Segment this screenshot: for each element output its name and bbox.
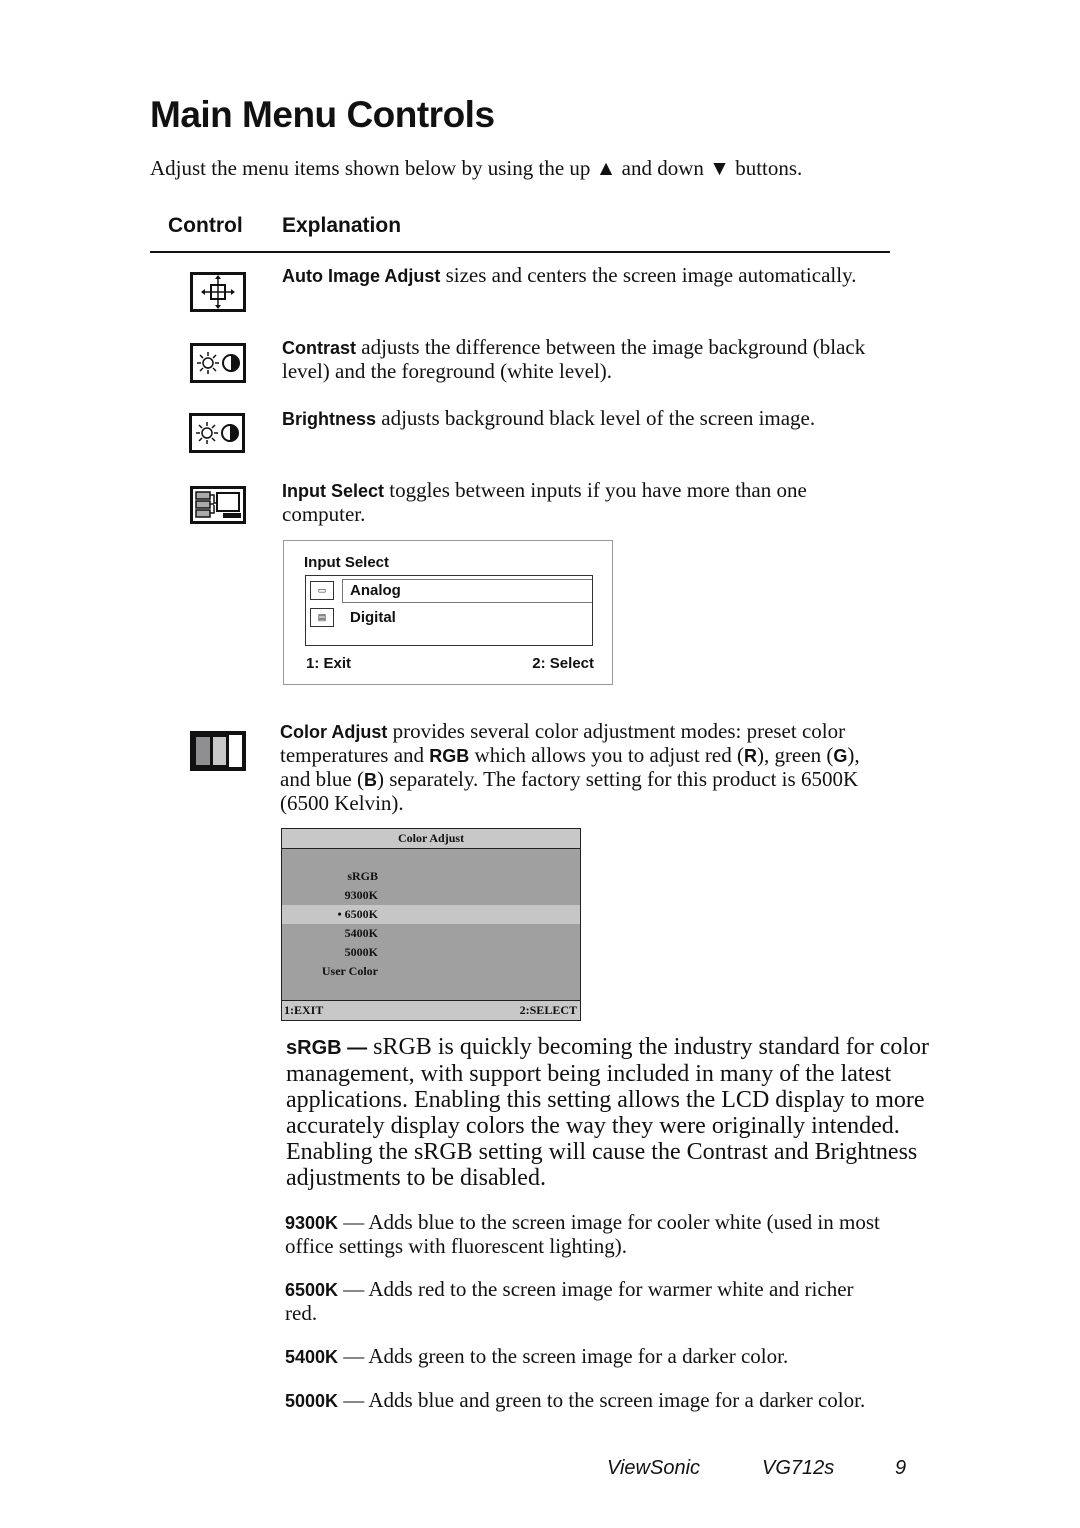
osd-title: Color Adjust <box>282 829 580 849</box>
auto-image-adjust-icon <box>190 272 246 312</box>
osd-option[interactable]: 9300K <box>282 886 378 905</box>
header-rule <box>150 251 890 253</box>
osd-option[interactable]: sRGB <box>282 867 378 886</box>
osd-option-selected[interactable]: • 6500K <box>282 905 378 924</box>
digital-icon: ▤ <box>310 608 334 627</box>
osd-option[interactable]: 5400K <box>282 924 378 943</box>
control-color-adjust: Color Adjust provides several color adju… <box>280 719 860 815</box>
intro-text: Adjust the menu items shown below by usi… <box>150 156 803 180</box>
input-select-osd: Input Select ▭ Analog ▤ Digital 1: Exit … <box>283 540 613 685</box>
control-auto-image-adjust: Auto Image Adjust sizes and centers the … <box>282 263 857 287</box>
mode-srgb: sRGB — sRGB is quickly becoming the indu… <box>286 1034 930 1191</box>
osd-select-label[interactable]: 2: Select <box>532 655 594 672</box>
osd-title: Input Select <box>304 554 390 571</box>
mode-6500k: 6500K — Adds red to the screen image for… <box>285 1277 854 1325</box>
color-adjust-osd: Color Adjust sRGB 9300K • 6500K 5400K 50… <box>281 828 581 1021</box>
column-header-control: Control <box>168 214 243 237</box>
osd-footer: 1:EXIT 2:SELECT <box>282 1000 580 1020</box>
input-select-icon <box>190 486 246 524</box>
analog-icon: ▭ <box>310 581 334 600</box>
control-brightness: Brightness adjusts background black leve… <box>282 406 816 430</box>
control-input-select: Input Select toggles between inputs if y… <box>282 478 807 526</box>
footer-brand: ViewSonic <box>607 1457 701 1479</box>
osd-options-box: ▭ Analog ▤ Digital <box>305 575 593 646</box>
osd-select-label[interactable]: 2:SELECT <box>520 1001 577 1019</box>
osd-option-digital[interactable]: ▤ Digital <box>306 605 592 631</box>
footer-page-number: 9 <box>895 1457 907 1479</box>
page-title: Main Menu Controls <box>150 94 495 135</box>
footer-model: VG712s <box>762 1457 835 1479</box>
osd-exit-label[interactable]: 1:EXIT <box>284 1001 323 1019</box>
osd-option-analog[interactable]: ▭ Analog <box>306 578 592 604</box>
control-contrast: Contrast adjusts the difference between … <box>282 335 866 383</box>
osd-exit-label[interactable]: 1: Exit <box>306 655 351 672</box>
mode-5000k: 5000K — Adds blue and green to the scree… <box>285 1388 866 1412</box>
mode-9300k: 9300K — Adds blue to the screen image fo… <box>285 1210 880 1258</box>
contrast-icon <box>190 343 246 383</box>
column-header-explanation: Explanation <box>282 214 402 237</box>
osd-option[interactable]: User Color <box>282 962 378 981</box>
color-adjust-icon <box>190 731 246 771</box>
mode-5400k: 5400K — Adds green to the screen image f… <box>285 1344 789 1368</box>
osd-option[interactable]: 5000K <box>282 943 378 962</box>
brightness-icon <box>189 413 245 453</box>
